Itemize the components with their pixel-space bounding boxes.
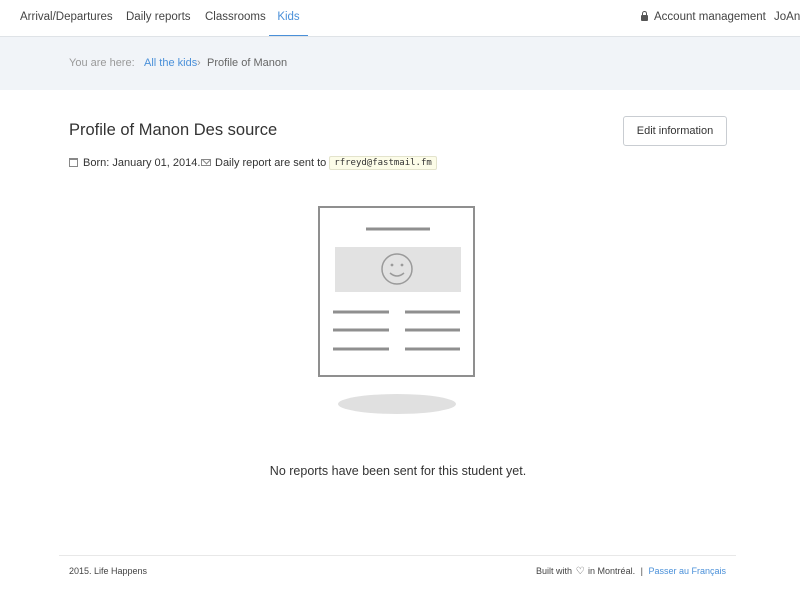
footer-built-suffix: in Montréal. <box>588 566 636 576</box>
heart-icon: ♡ <box>575 566 585 577</box>
top-navigation: Arrival/Departures Daily reports Classro… <box>0 0 800 37</box>
footer-divider <box>59 555 736 556</box>
nav-item-daily-reports[interactable]: Daily reports <box>126 0 191 36</box>
empty-state-message: No reports have been sent for this stude… <box>269 464 527 478</box>
page-title: Profile of Manon Des source <box>69 121 278 139</box>
breadcrumb-link-all-kids[interactable]: All the kids <box>144 37 197 90</box>
breadcrumb: You are here: All the kids › Profile of … <box>0 37 800 90</box>
user-menu[interactable]: JoAnn <box>774 0 800 36</box>
breadcrumb-separator: › <box>197 57 201 69</box>
footer-credits: Built with ♡ in Montréal. | Passer au Fr… <box>536 566 726 577</box>
nav-item-arrival-departures[interactable]: Arrival/Departures <box>20 0 113 36</box>
account-management-label: Account management <box>654 11 766 23</box>
footer-copyright: 2015. Life Happens <box>69 566 148 576</box>
nav-item-classrooms[interactable]: Classrooms <box>205 0 266 36</box>
daily-report-text: Daily report are sent to <box>215 157 327 169</box>
daily-report-recipient: Daily report are sent to rfreyd@fastmail.… <box>201 155 437 171</box>
footer-built-prefix: Built with <box>536 566 573 576</box>
nav-item-kids[interactable]: Kids <box>269 0 308 36</box>
lock-icon <box>641 11 648 21</box>
empty-report-icon <box>318 206 475 414</box>
breadcrumb-current: Profile of Manon <box>207 57 288 69</box>
recipient-email: rfreyd@fastmail.fm <box>329 156 437 170</box>
language-switch-link[interactable]: Passer au Français <box>648 566 726 576</box>
edit-information-button[interactable]: Edit information <box>623 116 727 146</box>
calendar-icon <box>69 158 78 167</box>
birth-date-text: Born: January 01, 2014. <box>83 157 201 169</box>
envelope-icon <box>201 159 211 166</box>
breadcrumb-prefix: You are here: <box>69 57 135 69</box>
birth-date: Born: January 01, 2014. <box>69 155 200 171</box>
account-management-link[interactable]: Account management <box>641 0 766 36</box>
footer-separator: | <box>640 566 643 576</box>
